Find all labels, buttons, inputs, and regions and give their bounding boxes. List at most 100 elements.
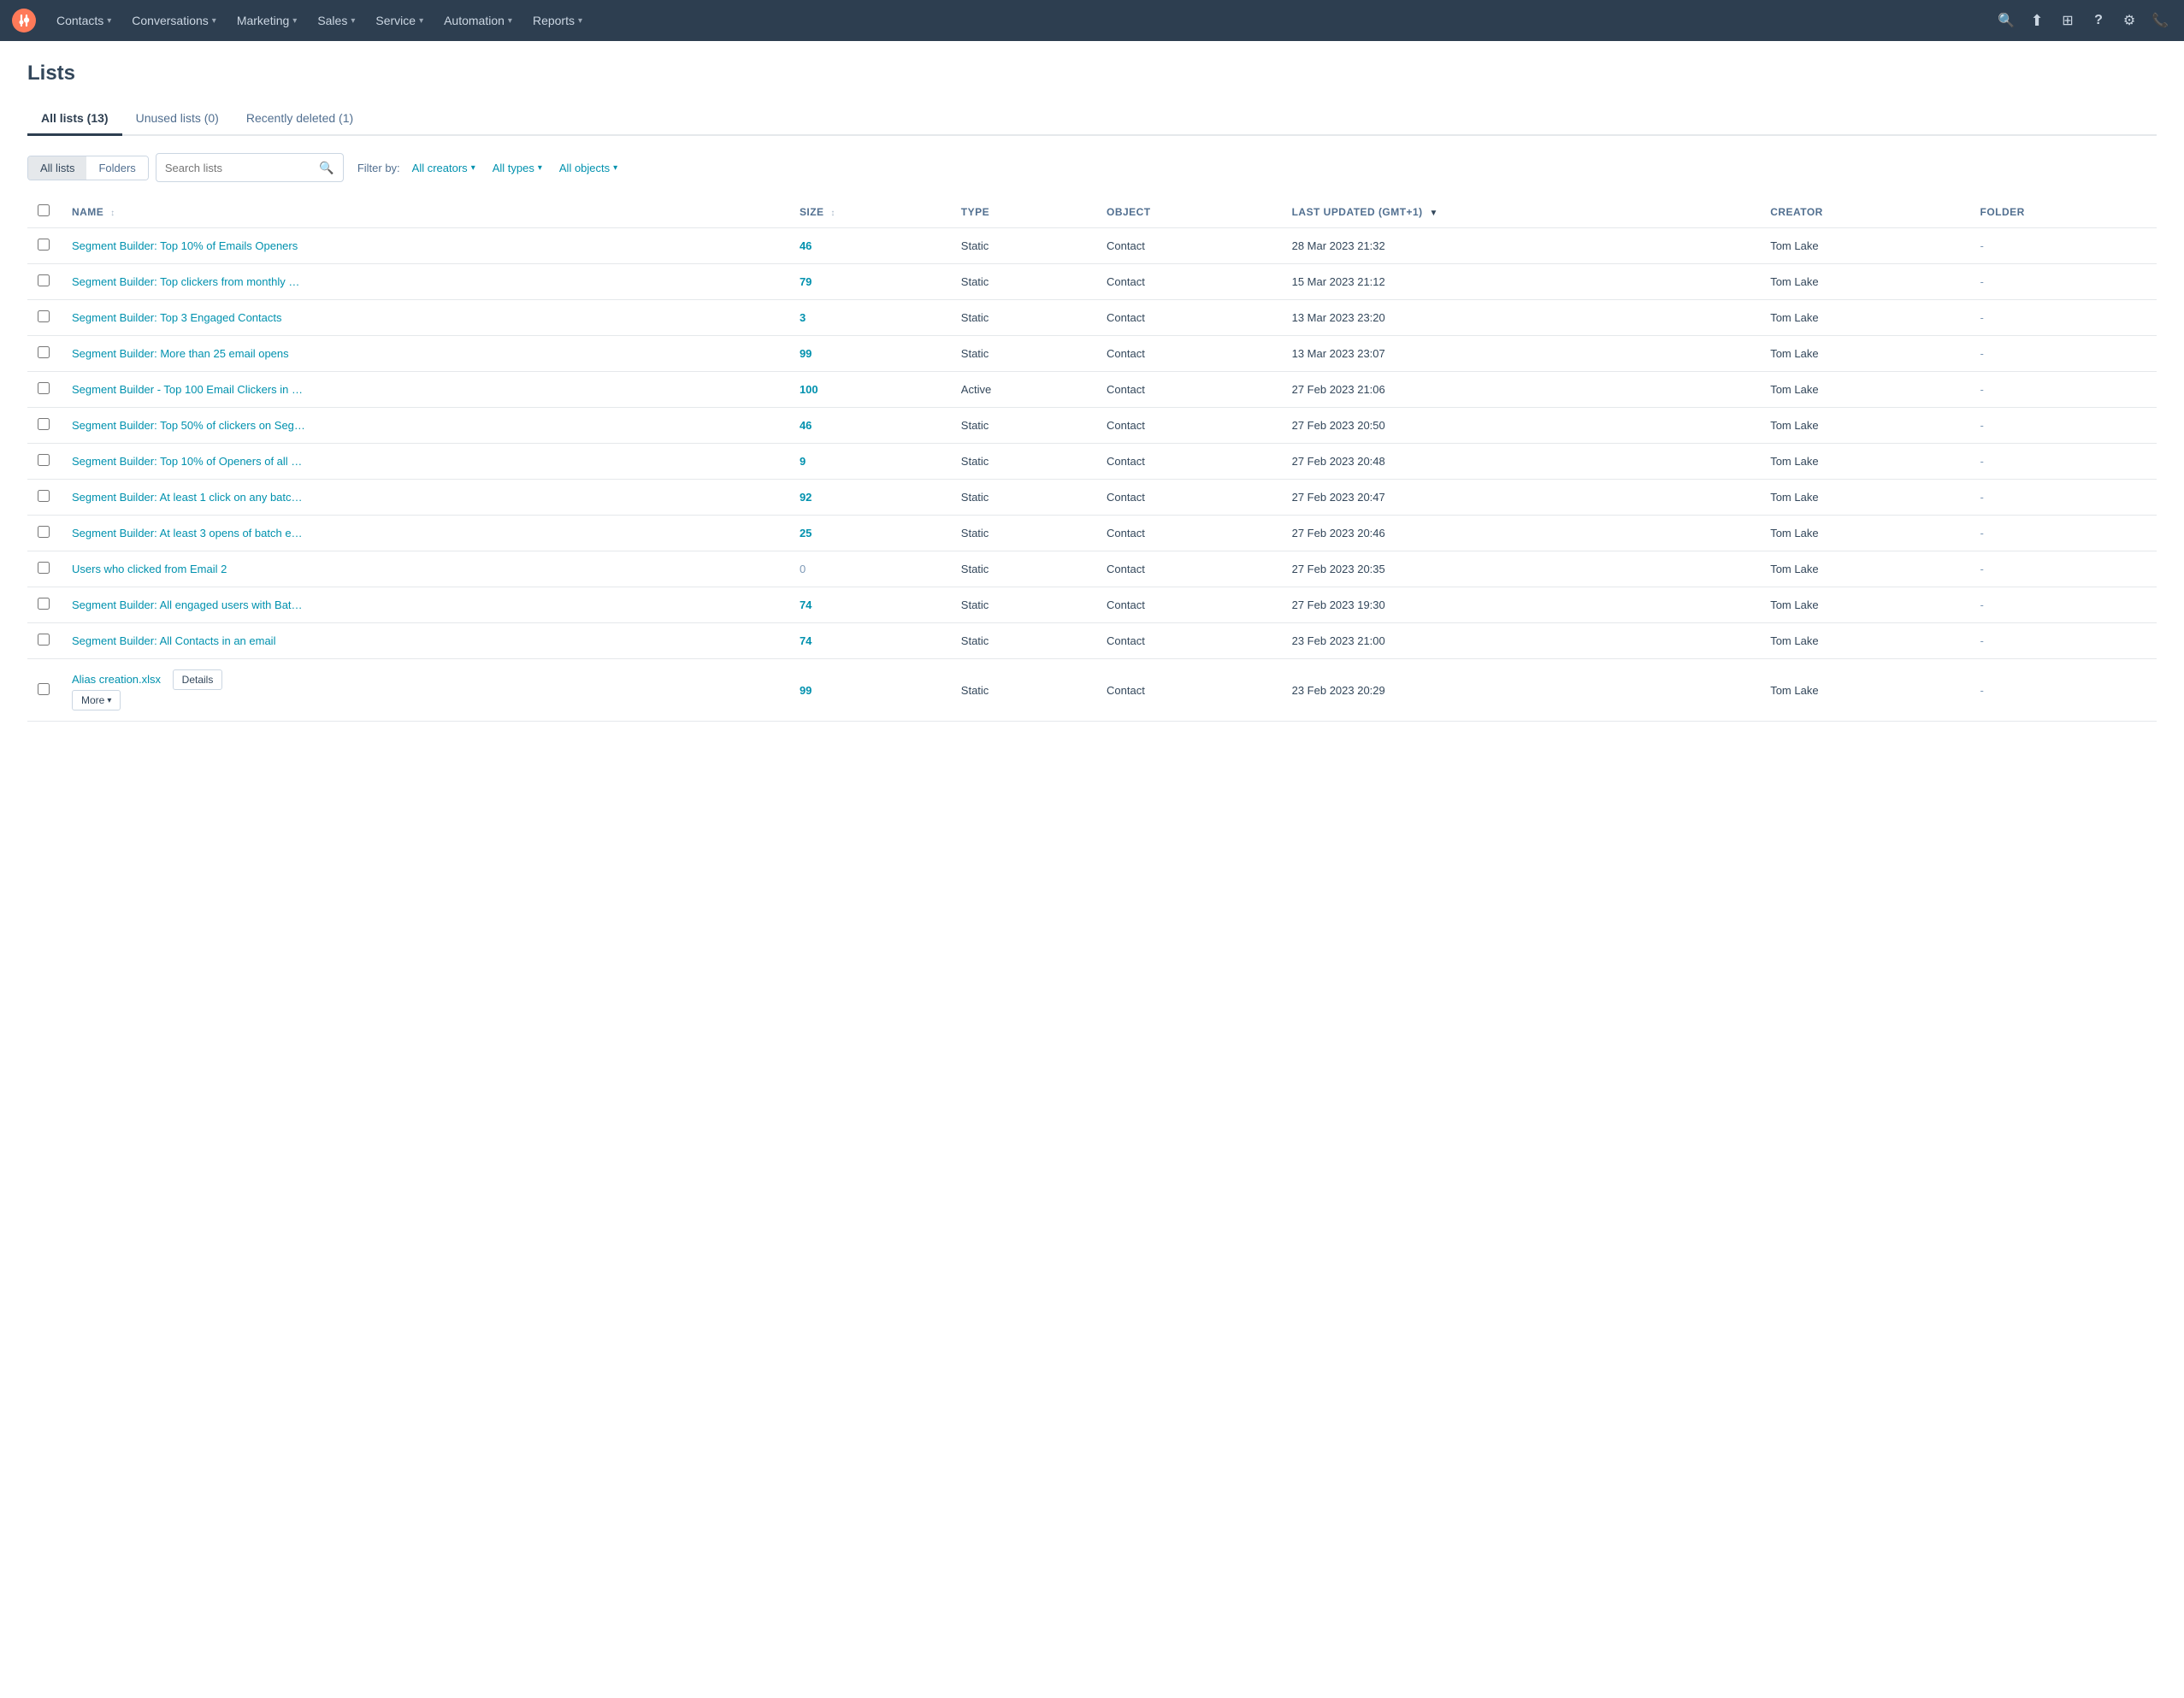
phone-icon[interactable]: 📞: [2146, 7, 2174, 34]
row-checkbox-cell[interactable]: [27, 516, 62, 551]
row-checkbox-cell[interactable]: [27, 300, 62, 336]
row-size: 46: [789, 408, 951, 444]
row-folder: -: [1970, 659, 2157, 722]
folders-view-button[interactable]: Folders: [86, 156, 147, 180]
row-checkbox[interactable]: [38, 239, 50, 251]
col-name[interactable]: NAME ↕: [62, 196, 789, 228]
row-checkbox-cell[interactable]: [27, 551, 62, 587]
more-button[interactable]: More ▾: [72, 690, 121, 710]
nav-service[interactable]: Service▾: [367, 9, 432, 32]
row-name: Alias creation.xlsx Details More ▾: [62, 659, 789, 722]
row-checkbox-cell[interactable]: [27, 659, 62, 722]
search-nav-icon[interactable]: 🔍: [1992, 7, 2020, 34]
help-icon[interactable]: ?: [2085, 7, 2112, 34]
search-input[interactable]: [165, 162, 320, 174]
row-checkbox-cell[interactable]: [27, 408, 62, 444]
table-row: Segment Builder: Top 3 Engaged Contacts …: [27, 300, 2157, 336]
col-last-updated[interactable]: LAST UPDATED (GMT+1) ▼: [1282, 196, 1761, 228]
settings-icon[interactable]: ⚙: [2116, 7, 2143, 34]
row-folder: -: [1970, 516, 2157, 551]
row-type: Static: [951, 551, 1096, 587]
list-name-link[interactable]: Segment Builder: Top 10% of Emails Opene…: [72, 239, 298, 252]
list-name-link[interactable]: Segment Builder: Top 10% of Openers of a…: [72, 455, 302, 468]
row-checkbox-cell[interactable]: [27, 228, 62, 264]
col-type: TYPE: [951, 196, 1096, 228]
filter-objects-button[interactable]: All objects▾: [554, 158, 623, 178]
list-name-link[interactable]: Segment Builder: At least 3 opens of bat…: [72, 527, 303, 539]
row-checkbox-cell[interactable]: [27, 372, 62, 408]
row-creator: Tom Lake: [1760, 659, 1969, 722]
row-creator: Tom Lake: [1760, 480, 1969, 516]
nav-conversations[interactable]: Conversations▾: [123, 9, 225, 32]
lists-table-wrap: NAME ↕ SIZE ↕ TYPE OBJECT LAST UPDATED (…: [27, 196, 2157, 722]
tab-unused-lists[interactable]: Unused lists (0): [122, 103, 233, 136]
row-size: 3: [789, 300, 951, 336]
row-creator: Tom Lake: [1760, 264, 1969, 300]
list-name-link[interactable]: Segment Builder: All Contacts in an emai…: [72, 634, 275, 647]
row-checkbox[interactable]: [38, 526, 50, 538]
list-name-link[interactable]: Segment Builder: Top 3 Engaged Contacts: [72, 311, 281, 324]
list-name-link[interactable]: Alias creation.xlsx: [72, 673, 161, 686]
row-object: Contact: [1096, 444, 1282, 480]
tab-all-lists[interactable]: All lists (13): [27, 103, 122, 136]
row-checkbox[interactable]: [38, 346, 50, 358]
row-checkbox[interactable]: [38, 490, 50, 502]
list-name-link[interactable]: Segment Builder: All engaged users with …: [72, 598, 303, 611]
row-checkbox-cell[interactable]: [27, 623, 62, 659]
col-size[interactable]: SIZE ↕: [789, 196, 951, 228]
row-folder: -: [1970, 264, 2157, 300]
filter-creators-button[interactable]: All creators▾: [407, 158, 481, 178]
nav-marketing[interactable]: Marketing▾: [228, 9, 306, 32]
nav-reports[interactable]: Reports▾: [524, 9, 591, 32]
row-checkbox[interactable]: [38, 418, 50, 430]
list-name-link[interactable]: Segment Builder: More than 25 email open…: [72, 347, 289, 360]
row-object: Contact: [1096, 408, 1282, 444]
upgrade-icon[interactable]: ⬆: [2023, 7, 2051, 34]
row-checkbox[interactable]: [38, 382, 50, 394]
row-folder: -: [1970, 408, 2157, 444]
row-last-updated: 27 Feb 2023 20:48: [1282, 444, 1761, 480]
row-type: Static: [951, 659, 1096, 722]
row-checkbox[interactable]: [38, 634, 50, 646]
row-checkbox-cell[interactable]: [27, 480, 62, 516]
row-folder: -: [1970, 336, 2157, 372]
list-name-link[interactable]: Segment Builder: Top clickers from month…: [72, 275, 299, 288]
tab-recently-deleted[interactable]: Recently deleted (1): [233, 103, 367, 136]
row-name: Segment Builder: Top 10% of Openers of a…: [62, 444, 789, 480]
select-all-header[interactable]: [27, 196, 62, 228]
row-checkbox-cell[interactable]: [27, 336, 62, 372]
row-name: Segment Builder: More than 25 email open…: [62, 336, 789, 372]
table-row: Segment Builder: All engaged users with …: [27, 587, 2157, 623]
row-checkbox-cell[interactable]: [27, 264, 62, 300]
hubspot-logo[interactable]: [10, 7, 38, 34]
row-checkbox-cell[interactable]: [27, 587, 62, 623]
row-type: Static: [951, 300, 1096, 336]
col-creator: CREATOR: [1760, 196, 1969, 228]
details-button[interactable]: Details: [173, 669, 223, 690]
nav-sales[interactable]: Sales▾: [309, 9, 363, 32]
list-name-link[interactable]: Segment Builder: Top 50% of clickers on …: [72, 419, 305, 432]
row-type: Static: [951, 408, 1096, 444]
list-name-link[interactable]: Users who clicked from Email 2: [72, 563, 227, 575]
row-checkbox-cell[interactable]: [27, 444, 62, 480]
row-checkbox[interactable]: [38, 454, 50, 466]
filter-types-button[interactable]: All types▾: [487, 158, 547, 178]
row-creator: Tom Lake: [1760, 408, 1969, 444]
row-checkbox[interactable]: [38, 274, 50, 286]
row-checkbox[interactable]: [38, 562, 50, 574]
nav-automation[interactable]: Automation▾: [435, 9, 521, 32]
nav-contacts[interactable]: Contacts▾: [48, 9, 120, 32]
row-folder: -: [1970, 300, 2157, 336]
row-size: 74: [789, 587, 951, 623]
select-all-checkbox[interactable]: [38, 204, 50, 216]
list-name-link[interactable]: Segment Builder: At least 1 click on any…: [72, 491, 303, 504]
row-checkbox[interactable]: [38, 598, 50, 610]
row-folder: -: [1970, 587, 2157, 623]
row-checkbox[interactable]: [38, 683, 50, 695]
table-row: Segment Builder: At least 3 opens of bat…: [27, 516, 2157, 551]
list-name-link[interactable]: Segment Builder - Top 100 Email Clickers…: [72, 383, 303, 396]
marketplace-icon[interactable]: ⊞: [2054, 7, 2081, 34]
table-body: Segment Builder: Top 10% of Emails Opene…: [27, 228, 2157, 722]
all-lists-view-button[interactable]: All lists: [28, 156, 86, 180]
row-checkbox[interactable]: [38, 310, 50, 322]
